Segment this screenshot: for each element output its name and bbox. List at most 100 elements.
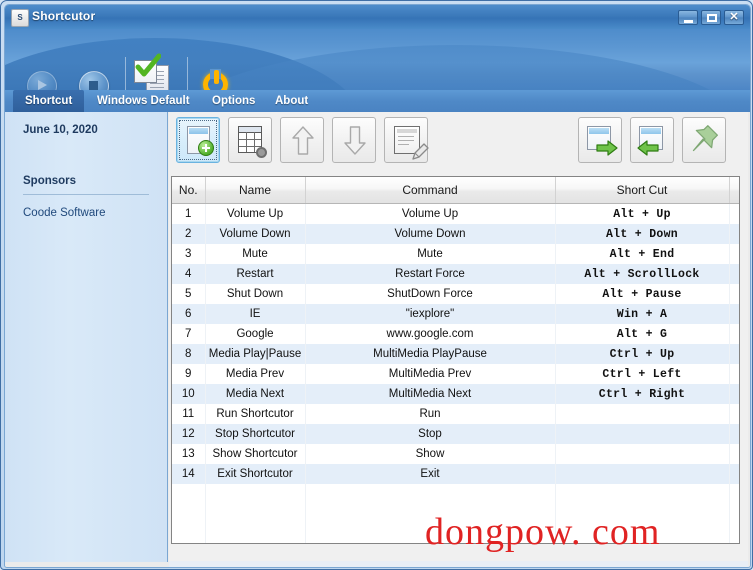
cell-tail xyxy=(729,364,739,384)
cell-name: Exit Shortcutor xyxy=(205,464,306,484)
cell-tail xyxy=(729,324,739,344)
page-add-icon xyxy=(177,118,219,162)
toolbar-run-button[interactable] xyxy=(27,71,57,90)
column-header-name[interactable]: Name xyxy=(205,177,306,204)
toolbar-stop-button[interactable] xyxy=(79,71,109,90)
cell-command: MultiMedia Prev xyxy=(305,364,556,384)
close-button[interactable]: ✕ xyxy=(724,10,744,25)
move-down-button[interactable] xyxy=(332,117,376,163)
cell-no: 10 xyxy=(172,384,206,404)
table-empty-row[interactable] xyxy=(172,524,739,543)
column-header-no[interactable]: No. xyxy=(172,177,206,204)
table-row[interactable]: 12 Stop Shortcutor Stop xyxy=(172,424,739,444)
tab-windows-default[interactable]: Windows Default xyxy=(85,90,202,112)
tab-bar: Shortcut Windows Default Options About xyxy=(5,90,750,113)
toolbar-shortcuts-button[interactable]: Shortcuts... xyxy=(133,53,183,90)
maximize-button[interactable] xyxy=(701,10,721,25)
table-empty-row[interactable] xyxy=(172,504,739,524)
cell-no: 11 xyxy=(172,404,206,424)
cell-tail xyxy=(729,424,739,444)
cell-empty xyxy=(555,524,730,543)
tab-about[interactable]: About xyxy=(263,90,320,112)
table-row[interactable]: 2 Volume Down Volume Down Alt + Down xyxy=(172,224,739,244)
cell-command: Restart Force xyxy=(305,264,556,284)
table-gear-icon xyxy=(229,118,271,162)
cell-empty xyxy=(305,484,556,504)
table-row[interactable]: 11 Run Shortcutor Run xyxy=(172,404,739,424)
pushpin-icon xyxy=(692,125,718,152)
cell-empty xyxy=(555,504,730,524)
app-icon: S xyxy=(11,9,29,27)
table-row[interactable]: 9 Media Prev MultiMedia Prev Ctrl + Left xyxy=(172,364,739,384)
table-row[interactable]: 7 Google www.google.com Alt + G xyxy=(172,324,739,344)
minimize-icon xyxy=(684,20,693,23)
table-row[interactable]: 1 Volume Up Volume Up Alt + Up xyxy=(172,203,739,224)
new-shortcut-button[interactable] xyxy=(176,117,220,163)
shortcut-table-container[interactable]: No. Name Command Short Cut 1 Volume Up Vol… xyxy=(171,176,740,544)
cell-command: Stop xyxy=(305,424,556,444)
cell-name: Run Shortcutor xyxy=(205,404,306,424)
close-icon: ✕ xyxy=(729,11,739,23)
edit-shortcut-button[interactable] xyxy=(384,117,429,163)
cell-no: 13 xyxy=(172,444,206,464)
grid-properties-button[interactable] xyxy=(228,117,272,163)
pin-button[interactable] xyxy=(682,117,726,163)
tab-shortcut[interactable]: Shortcut xyxy=(13,90,85,112)
import-button[interactable] xyxy=(630,117,674,163)
status-strip xyxy=(169,561,748,567)
cell-name: Media Play|Pause xyxy=(205,344,306,364)
cell-name: Volume Down xyxy=(205,224,306,244)
title-bar: S Shortcutor ✕ xyxy=(5,5,750,29)
cell-no: 5 xyxy=(172,284,206,304)
sidebar: June 10, 2020 Sponsors Coode Software xyxy=(5,112,168,562)
cell-no: 14 xyxy=(172,464,206,484)
cell-shortcut xyxy=(555,404,730,424)
cell-tail xyxy=(729,444,739,464)
banner-toolbar: Shortcuts... xyxy=(5,29,750,90)
cell-shortcut: Alt + Down xyxy=(555,224,730,244)
cell-shortcut: Alt + Up xyxy=(555,203,730,224)
window-frame: S Shortcutor ✕ Shortcut Windows Default … xyxy=(4,4,751,568)
sidebar-sponsor-link[interactable]: Coode Software xyxy=(23,207,105,219)
cell-empty xyxy=(729,504,739,524)
table-row[interactable]: 5 Shut Down ShutDown Force Alt + Pause xyxy=(172,284,739,304)
table-row[interactable]: 8 Media Play|Pause MultiMedia PlayPause Ctr… xyxy=(172,344,739,364)
cell-command: MultiMedia Next xyxy=(305,384,556,404)
cell-no: 8 xyxy=(172,344,206,364)
column-header-tail[interactable] xyxy=(729,177,739,204)
cell-no: 12 xyxy=(172,424,206,444)
move-up-button[interactable] xyxy=(280,117,324,163)
table-row[interactable]: 6 IE "iexplore" Win + A xyxy=(172,304,739,324)
cell-name: Mute xyxy=(205,244,306,264)
cell-shortcut: Win + A xyxy=(555,304,730,324)
cell-no: 1 xyxy=(172,203,206,224)
cell-command: Volume Up xyxy=(305,203,556,224)
table-row[interactable]: 3 Mute Mute Alt + End xyxy=(172,244,739,264)
cell-name: Stop Shortcutor xyxy=(205,424,306,444)
right-pane: No. Name Command Short Cut 1 Volume Up Vol… xyxy=(169,112,748,562)
shortcut-table: No. Name Command Short Cut 1 Volume Up Vol… xyxy=(172,177,739,543)
cell-name: Shut Down xyxy=(205,284,306,304)
cell-empty xyxy=(172,504,206,524)
toolbar-separator-1 xyxy=(125,57,126,90)
table-empty-row[interactable] xyxy=(172,484,739,504)
cell-empty xyxy=(172,524,206,543)
cell-no: 9 xyxy=(172,364,206,384)
export-button[interactable] xyxy=(578,117,622,163)
cell-tail xyxy=(729,284,739,304)
table-row[interactable]: 10 Media Next MultiMedia Next Ctrl + Right xyxy=(172,384,739,404)
table-row[interactable]: 13 Show Shortcutor Show xyxy=(172,444,739,464)
cell-command: Mute xyxy=(305,244,556,264)
tab-options[interactable]: Options xyxy=(200,90,267,112)
table-row[interactable]: 14 Exit Shortcutor Exit xyxy=(172,464,739,484)
cell-command: Volume Down xyxy=(305,224,556,244)
cell-empty xyxy=(172,484,206,504)
cell-tail xyxy=(729,384,739,404)
column-header-command[interactable]: Command xyxy=(305,177,556,204)
column-header-shortcut[interactable]: Short Cut xyxy=(555,177,730,204)
cell-tail xyxy=(729,244,739,264)
cell-name: Google xyxy=(205,324,306,344)
cell-empty xyxy=(205,484,306,504)
table-row[interactable]: 4 Restart Restart Force Alt + ScrollLock xyxy=(172,264,739,284)
minimize-button[interactable] xyxy=(678,10,698,25)
